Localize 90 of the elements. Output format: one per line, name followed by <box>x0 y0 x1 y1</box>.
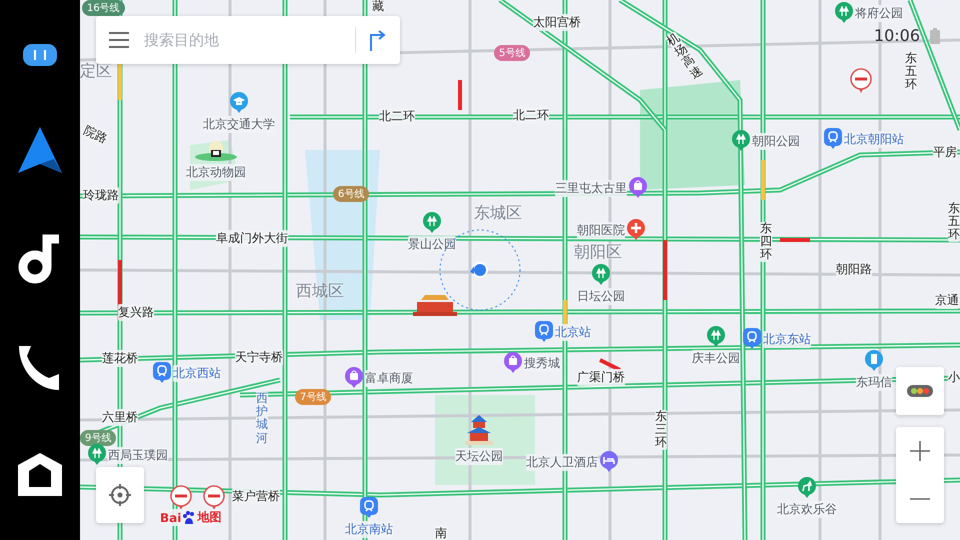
place-label: 三里屯太古里 <box>555 180 627 196</box>
road-label: 复兴路 <box>118 304 154 321</box>
train-station-icon <box>535 321 553 343</box>
clock-time: 10:06 <box>874 26 920 45</box>
road-label: 京通 <box>935 292 959 309</box>
subway-line-badge: 9号线 <box>80 430 116 446</box>
minus-icon <box>909 497 931 501</box>
road-label: 东五环 <box>905 52 917 92</box>
temple-drawing <box>462 414 496 446</box>
district-label: 朝阳区 <box>574 242 622 263</box>
shopping-bag-icon <box>629 177 647 199</box>
road-label: 东三环 <box>655 410 667 450</box>
paw-icon <box>182 510 196 524</box>
station-label: 北京朝阳站 <box>844 130 904 148</box>
logo-text: 地图 <box>197 509 222 526</box>
road-label: 菜户营桥 <box>232 488 280 505</box>
district-label: 西城区 <box>296 281 344 302</box>
no-entry-icon <box>203 485 225 511</box>
place-label: 庆丰公园 <box>692 350 740 367</box>
place-label: 北京欢乐谷 <box>777 501 837 518</box>
road-label: 莲花桥 <box>102 350 138 367</box>
station-label: 北京站 <box>555 324 591 340</box>
train-station-icon <box>743 328 761 350</box>
park-pin-icon <box>592 264 610 286</box>
road-label: 六里桥 <box>102 409 138 426</box>
search-field[interactable]: 搜索目的地 <box>142 30 343 50</box>
place-label: 朝阳医院 <box>577 222 625 238</box>
road-label: 阜成门外大街 <box>216 230 288 247</box>
logo-text: Bai <box>160 510 182 524</box>
gate-tower-drawing <box>413 294 457 316</box>
place-label: 天坛公园 <box>455 448 503 465</box>
menu-icon[interactable] <box>108 31 130 49</box>
river-label: 西护城河 <box>256 392 268 445</box>
place-label: 朝阳公园 <box>752 132 800 150</box>
place-label: 将府公园 <box>855 4 903 22</box>
no-entry-icon <box>170 485 192 511</box>
turn-right-icon[interactable] <box>368 29 388 51</box>
zoo-drawing <box>194 140 238 162</box>
crosshair-icon <box>108 483 132 507</box>
hospital-cross-icon <box>627 219 645 241</box>
subway-line-badge: 7号线 <box>295 389 332 405</box>
plus-icon <box>909 440 931 462</box>
shopping-bag-icon <box>345 367 363 389</box>
place-label: 北京交通大学 <box>203 116 275 133</box>
bed-icon <box>600 451 618 473</box>
home-icon[interactable] <box>17 450 63 497</box>
place-label: 东玛信 <box>856 374 892 391</box>
road-label: 玲珑路 <box>83 187 119 204</box>
subway-line-badge: 5号线 <box>494 45 530 61</box>
road-label: 广渠门桥 <box>577 369 625 386</box>
traffic-light-icon <box>907 385 933 397</box>
place-label: 景山公园 <box>408 236 456 253</box>
train-station-icon <box>824 128 842 150</box>
park-pin-icon <box>835 2 853 24</box>
place-label: 搜秀城 <box>524 354 560 372</box>
subway-line-badge: 16号线 <box>82 0 125 16</box>
station-label: 北京东站 <box>763 330 811 348</box>
road-label: 太阳宫桥 <box>533 14 581 31</box>
horse-icon <box>798 477 816 499</box>
traffic-button[interactable] <box>896 367 944 415</box>
place-label: 北京人卫酒店 <box>526 454 598 470</box>
district-label: 东城区 <box>474 203 522 224</box>
road-label: 天宁寺桥 <box>235 349 283 366</box>
locate-button[interactable] <box>96 467 144 523</box>
train-station-icon <box>360 497 378 519</box>
station-label: 北京西站 <box>173 364 221 382</box>
park-pin-icon <box>88 444 106 466</box>
battery-icon <box>930 28 940 44</box>
park-pin-icon <box>707 326 725 348</box>
assistant-icon[interactable] <box>22 43 58 68</box>
search-bar[interactable]: 搜索目的地 <box>96 16 400 64</box>
road-label: 朝阳路 <box>836 261 872 278</box>
building-icon <box>865 350 883 372</box>
train-station-icon <box>153 362 171 384</box>
navigation-arrow-icon[interactable] <box>17 126 63 174</box>
shopping-bag-icon <box>504 352 522 374</box>
place-label: 日坛公园 <box>577 288 625 305</box>
subway-line-badge: 6号线 <box>333 186 370 202</box>
road-label: 南 <box>435 525 447 540</box>
park-pin-icon <box>423 212 441 234</box>
graduation-cap-icon <box>230 92 248 114</box>
no-entry-icon <box>850 68 872 94</box>
place-label: 西局玉璞园 <box>108 446 168 464</box>
place-label: 北京动物园 <box>186 164 246 181</box>
road-label: 小 <box>948 369 960 386</box>
place-label: 富卓商厦 <box>365 370 413 386</box>
road-label: 东五环 <box>948 202 960 242</box>
park-pin-icon <box>732 130 750 152</box>
road-label: 东四环 <box>760 222 772 262</box>
station-label: 北京南站 <box>345 521 393 538</box>
